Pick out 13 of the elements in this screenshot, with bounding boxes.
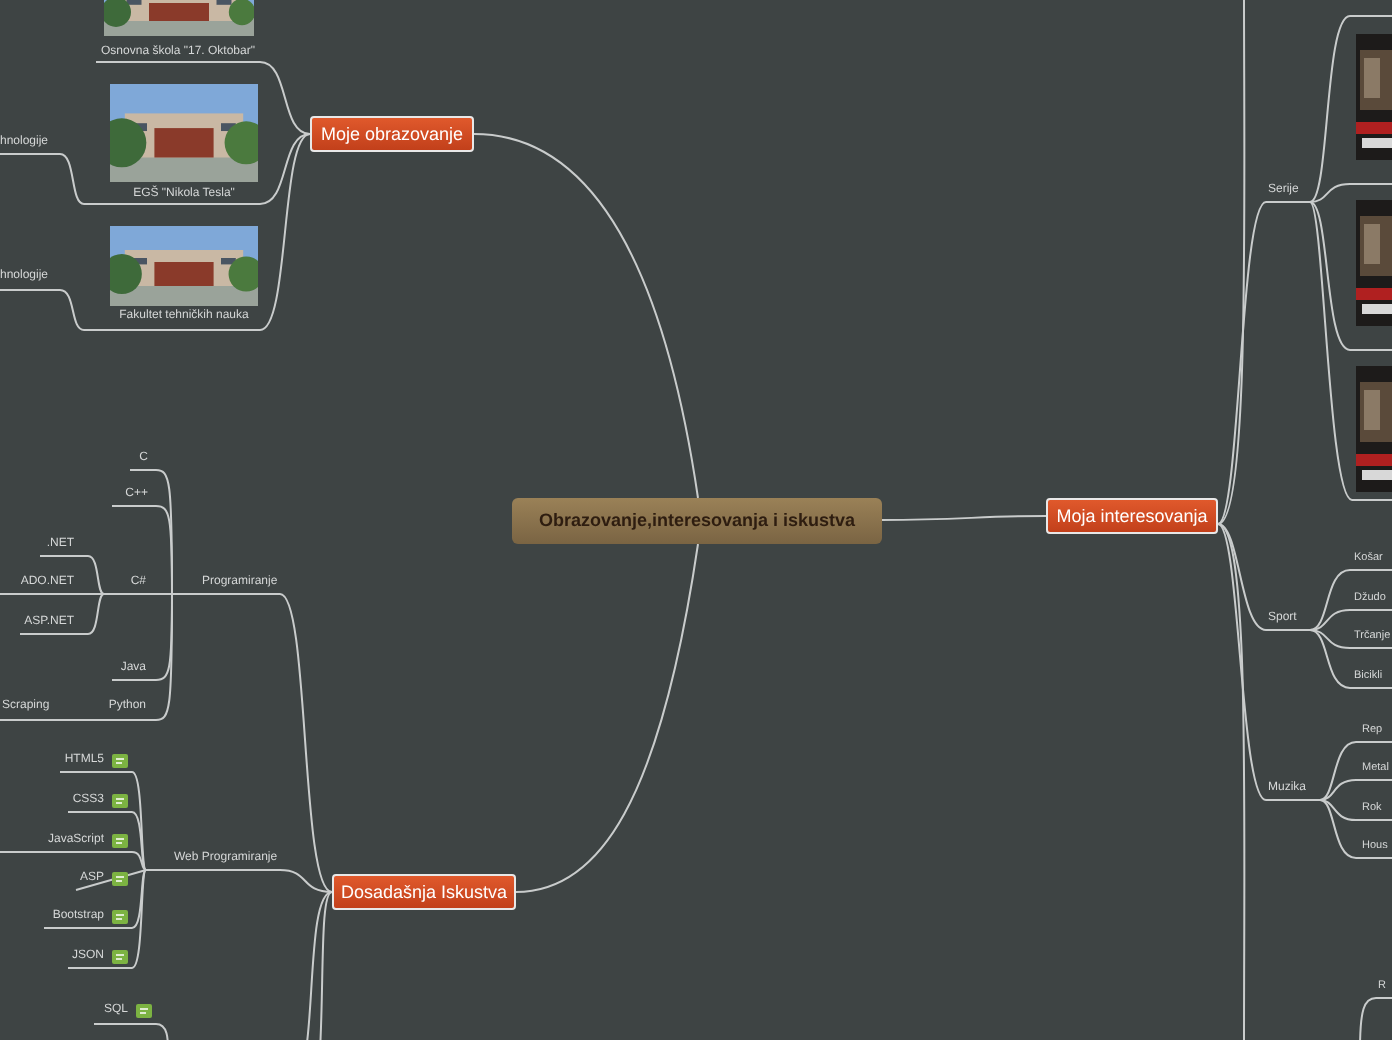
central-topic[interactable]: Obrazovanje,interesovanja i iskustva [512,498,882,544]
note-icon[interactable] [112,909,128,923]
note-icon[interactable] [112,871,128,885]
note-icon[interactable] [112,793,128,807]
note-icon[interactable] [136,1003,152,1017]
note-icon[interactable] [112,753,128,767]
connector-line [93,1023,169,1040]
main-topic[interactable]: Moje obrazovanje [310,116,474,152]
note-icon[interactable] [112,949,128,963]
main-topic[interactable]: Moja interesovanja [1046,498,1218,534]
connector-line [1359,997,1392,1040]
note-icon[interactable] [112,833,128,847]
main-topic[interactable]: Dosadašnja Iskustva [332,874,516,910]
